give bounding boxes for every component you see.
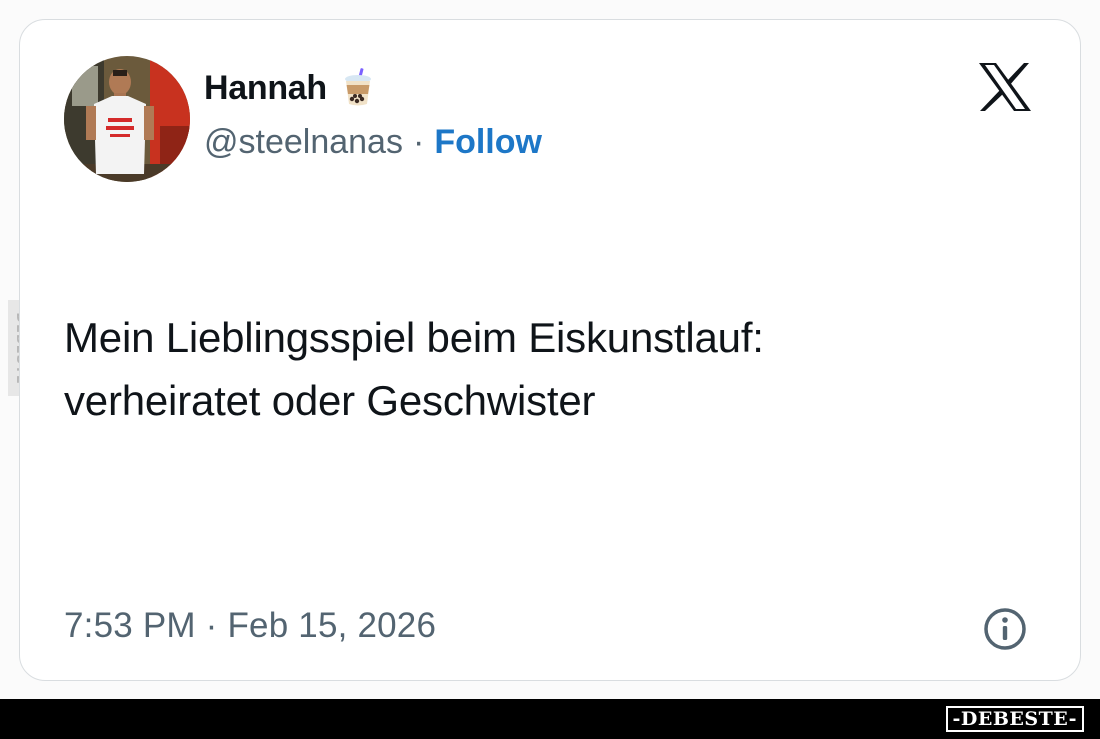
tweet-timestamp[interactable]: 7:53 PM · Feb 15, 2026 bbox=[64, 606, 436, 646]
follow-button[interactable]: Follow bbox=[434, 123, 542, 162]
x-logo-icon[interactable] bbox=[977, 61, 1033, 113]
avatar-photo bbox=[64, 56, 190, 182]
tweet-text-line-2: verheiratet oder Geschwister bbox=[64, 377, 596, 424]
author-handle[interactable]: @steelnanas bbox=[204, 123, 403, 162]
screenshot-stage: DEBESTE Hannah bbox=[0, 0, 1100, 739]
author-name-row: Hannah bbox=[204, 66, 375, 110]
footer-watermark: -DEBESTE- bbox=[945, 706, 1084, 732]
bubble-tea-icon bbox=[344, 68, 371, 106]
info-icon[interactable] bbox=[982, 606, 1028, 652]
handle-separator: · bbox=[412, 123, 425, 161]
tweet-text: Mein Lieblingsspiel beim Eiskunstlauf: v… bbox=[64, 306, 1024, 432]
tweet-text-line-1: Mein Lieblingsspiel beim Eiskunstlauf: bbox=[64, 314, 764, 361]
footer-watermark-label: -DEBESTE- bbox=[952, 708, 1077, 730]
avatar[interactable] bbox=[64, 56, 190, 182]
display-name[interactable]: Hannah bbox=[204, 69, 327, 108]
footer-bar: -DEBESTE- bbox=[0, 699, 1100, 739]
author-handle-row: @steelnanas · Follow bbox=[204, 123, 542, 162]
tweet-card[interactable]: Hannah @steelnanas · Follow Mein Lieblin… bbox=[19, 19, 1081, 681]
